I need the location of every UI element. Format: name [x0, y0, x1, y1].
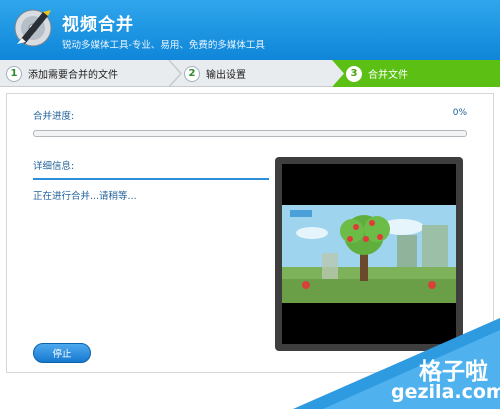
preview-video-frame — [282, 205, 456, 303]
step-3[interactable]: 3 合并文件 — [332, 60, 500, 87]
app-subtitle: 锐动多媒体工具-专业、易用、免费的多媒体工具 — [62, 40, 265, 51]
stop-button[interactable]: 停止 — [33, 343, 91, 363]
step-2-number: 2 — [184, 65, 200, 82]
app-header: 视频合并 锐动多媒体工具-专业、易用、免费的多媒体工具 — [0, 0, 500, 60]
details-text: 正在进行合并...请稍等... — [33, 191, 137, 202]
preview-screen — [282, 164, 456, 344]
step-1-label: 添加需要合并的文件 — [28, 70, 118, 81]
app-logo-icon — [14, 9, 52, 47]
progress-label: 合并进度: — [33, 111, 75, 122]
progress-value: 0% — [452, 108, 467, 118]
step-2[interactable]: 2 输出设置 — [184, 60, 324, 87]
step-1-number: 1 — [6, 65, 22, 82]
step-separator-icon — [168, 60, 182, 87]
app-title: 视频合并 — [62, 15, 134, 35]
steps-bar: 1 添加需要合并的文件 2 输出设置 3 合并文件 — [0, 60, 500, 87]
step-1[interactable]: 1 添加需要合并的文件 — [6, 60, 176, 87]
step-3-label: 合并文件 — [368, 70, 408, 81]
progress-bar — [33, 130, 467, 137]
step-2-label: 输出设置 — [206, 70, 246, 81]
details-divider — [33, 178, 269, 180]
details-label: 详细信息: — [33, 161, 75, 172]
step-3-number: 3 — [346, 65, 362, 82]
watermark-url: gezila.com — [391, 381, 500, 403]
step-arrow-icon — [332, 60, 344, 87]
